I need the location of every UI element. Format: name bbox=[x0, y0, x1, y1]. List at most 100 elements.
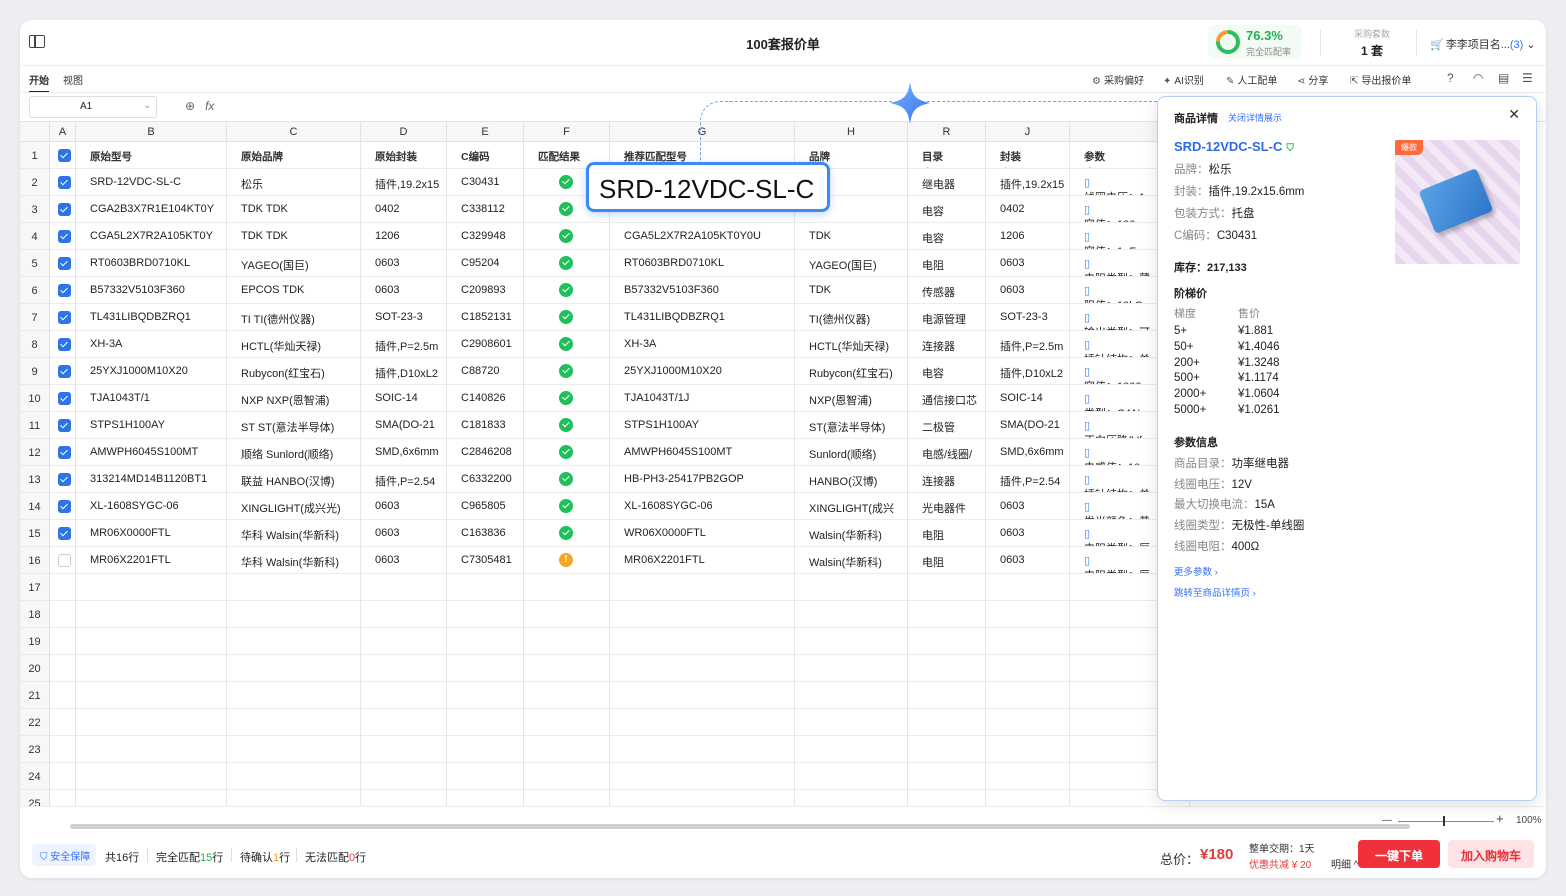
table-cell[interactable]: C965805 bbox=[447, 493, 524, 520]
empty-cell[interactable] bbox=[908, 709, 986, 736]
empty-cell[interactable] bbox=[986, 763, 1070, 790]
headset-icon[interactable]: ◠ bbox=[1473, 71, 1483, 85]
table-cell[interactable] bbox=[524, 304, 610, 331]
table-cell[interactable]: C30431 bbox=[447, 169, 524, 196]
table-cell[interactable]: HCTL(华灿天禄) bbox=[795, 331, 908, 358]
empty-cell[interactable] bbox=[610, 655, 795, 682]
table-cell[interactable]: MR06X2201FTL bbox=[610, 547, 795, 574]
empty-cell[interactable] bbox=[76, 628, 227, 655]
table-cell[interactable]: AMWPH6045S100MT bbox=[76, 439, 227, 466]
empty-cell[interactable] bbox=[76, 682, 227, 709]
table-cell[interactable]: 插件,P=2.5m bbox=[361, 331, 447, 358]
table-cell[interactable]: 电源管理 bbox=[908, 304, 986, 331]
empty-cell[interactable] bbox=[610, 682, 795, 709]
row-checkbox[interactable] bbox=[58, 311, 71, 324]
table-cell[interactable]: 插件,D10xL2 bbox=[361, 358, 447, 385]
table-cell[interactable]: 0603 bbox=[986, 547, 1070, 574]
empty-cell[interactable] bbox=[361, 628, 447, 655]
table-cell[interactable]: Sunlord(顺络) bbox=[795, 439, 908, 466]
table-cell[interactable]: 连接器 bbox=[908, 331, 986, 358]
table-cell[interactable]: 0402 bbox=[361, 196, 447, 223]
empty-cell[interactable] bbox=[524, 655, 610, 682]
empty-cell[interactable] bbox=[524, 574, 610, 601]
table-cell[interactable] bbox=[524, 385, 610, 412]
table-cell[interactable]: NXP(恩智浦) bbox=[795, 385, 908, 412]
row-checkbox[interactable] bbox=[58, 365, 71, 378]
empty-cell[interactable] bbox=[447, 790, 524, 806]
table-cell[interactable]: TI(德州仪器) bbox=[795, 304, 908, 331]
row-checkbox[interactable] bbox=[58, 203, 71, 216]
table-cell[interactable]: 华科 Walsin(华新科) bbox=[227, 520, 361, 547]
zoom-slider[interactable] bbox=[1398, 821, 1494, 822]
column-header[interactable]: H bbox=[795, 122, 908, 142]
table-cell[interactable]: MR06X2201FTL bbox=[76, 547, 227, 574]
row-checkbox[interactable] bbox=[58, 257, 71, 270]
table-cell[interactable]: 电容 bbox=[908, 223, 986, 250]
row-number[interactable]: 8 bbox=[20, 331, 50, 358]
empty-cell[interactable] bbox=[361, 601, 447, 628]
empty-cell[interactable] bbox=[50, 655, 76, 682]
table-cell[interactable]: XL-1608SYGC-06 bbox=[610, 493, 795, 520]
column-header[interactable]: C bbox=[227, 122, 361, 142]
table-cell[interactable]: C140826 bbox=[447, 385, 524, 412]
add-to-cart-button[interactable]: 加入购物车 bbox=[1448, 840, 1534, 868]
empty-cell[interactable] bbox=[908, 628, 986, 655]
close-icon[interactable]: ✕ bbox=[1508, 106, 1520, 123]
empty-cell[interactable] bbox=[227, 709, 361, 736]
select-all-corner[interactable] bbox=[20, 122, 50, 142]
empty-cell[interactable] bbox=[227, 574, 361, 601]
table-cell[interactable] bbox=[524, 412, 610, 439]
table-cell[interactable]: 0402 bbox=[986, 196, 1070, 223]
table-cell[interactable] bbox=[524, 358, 610, 385]
row-checkbox[interactable] bbox=[58, 554, 71, 567]
empty-cell[interactable] bbox=[227, 628, 361, 655]
row-number[interactable]: 3 bbox=[20, 196, 50, 223]
row-number[interactable]: 24 bbox=[20, 763, 50, 790]
empty-cell[interactable] bbox=[50, 736, 76, 763]
empty-cell[interactable] bbox=[986, 709, 1070, 736]
empty-cell[interactable] bbox=[50, 628, 76, 655]
row-checkbox[interactable] bbox=[58, 446, 71, 459]
row-checkbox-cell[interactable] bbox=[50, 493, 76, 520]
table-cell[interactable]: SMA(DO-21 bbox=[986, 412, 1070, 439]
row-checkbox-cell[interactable] bbox=[50, 466, 76, 493]
export-quote-button[interactable]: ⇱ 导出报价单 bbox=[1350, 72, 1411, 87]
table-cell[interactable]: EPCOS TDK bbox=[227, 277, 361, 304]
table-cell[interactable]: 插件,D10xL2 bbox=[986, 358, 1070, 385]
table-cell[interactable]: C209893 bbox=[447, 277, 524, 304]
empty-cell[interactable] bbox=[795, 601, 908, 628]
table-cell[interactable]: Rubycon(红宝石) bbox=[795, 358, 908, 385]
table-cell[interactable]: SOIC-14 bbox=[986, 385, 1070, 412]
table-cell[interactable]: C181833 bbox=[447, 412, 524, 439]
table-cell[interactable]: 0603 bbox=[361, 250, 447, 277]
table-cell[interactable]: 0603 bbox=[361, 547, 447, 574]
table-cell[interactable]: C338112 bbox=[447, 196, 524, 223]
list-menu-icon[interactable]: ☰ bbox=[1522, 71, 1533, 85]
row-checkbox[interactable] bbox=[58, 284, 71, 297]
empty-cell[interactable] bbox=[986, 790, 1070, 806]
empty-cell[interactable] bbox=[610, 574, 795, 601]
empty-cell[interactable] bbox=[50, 574, 76, 601]
empty-cell[interactable] bbox=[227, 763, 361, 790]
table-cell[interactable] bbox=[524, 223, 610, 250]
product-model[interactable]: SRD-12VDC-SL-C ⛉ bbox=[1174, 139, 1294, 154]
empty-cell[interactable] bbox=[795, 628, 908, 655]
empty-cell[interactable] bbox=[908, 574, 986, 601]
table-cell[interactable]: SOIC-14 bbox=[361, 385, 447, 412]
table-cell[interactable]: 插件,19.2x15 bbox=[361, 169, 447, 196]
table-cell[interactable]: TDK bbox=[795, 277, 908, 304]
empty-cell[interactable] bbox=[50, 709, 76, 736]
table-cell[interactable]: 0603 bbox=[986, 493, 1070, 520]
row-number[interactable]: 11 bbox=[20, 412, 50, 439]
empty-cell[interactable] bbox=[986, 655, 1070, 682]
row-number[interactable]: 17 bbox=[20, 574, 50, 601]
table-cell[interactable]: XH-3A bbox=[610, 331, 795, 358]
column-header[interactable]: B bbox=[76, 122, 227, 142]
table-cell[interactable]: TDK TDK bbox=[227, 223, 361, 250]
security-badge[interactable]: ⛉ 安全保障 bbox=[32, 844, 97, 866]
empty-cell[interactable] bbox=[50, 601, 76, 628]
row-number[interactable]: 15 bbox=[20, 520, 50, 547]
table-cell[interactable]: TJA1043T/1 bbox=[76, 385, 227, 412]
table-cell[interactable]: SOT-23-3 bbox=[361, 304, 447, 331]
empty-cell[interactable] bbox=[524, 682, 610, 709]
